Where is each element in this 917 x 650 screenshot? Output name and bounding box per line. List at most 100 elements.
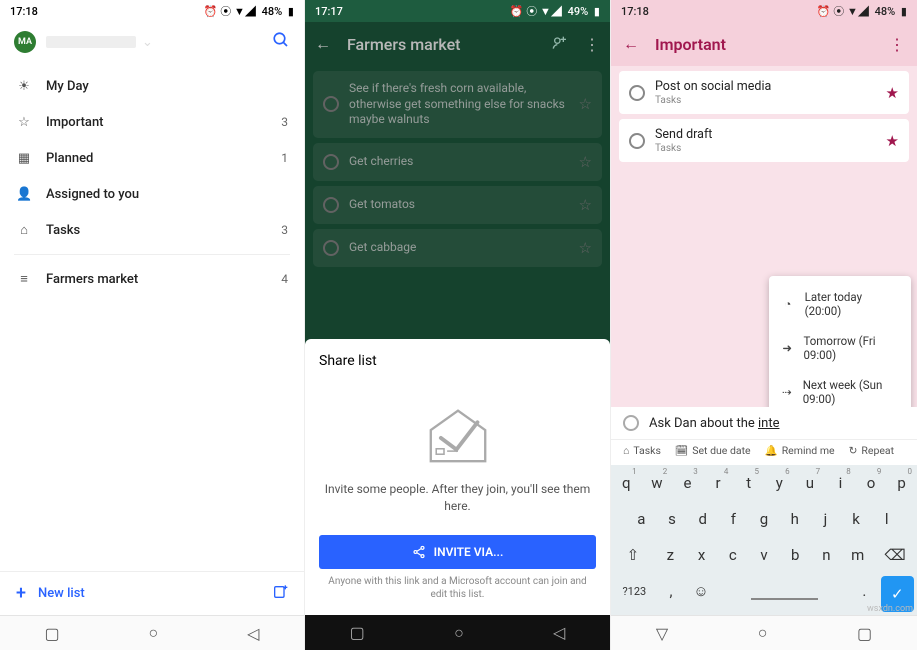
key[interactable]: o9: [856, 465, 887, 501]
nav-bar: ▽ ○ ▢: [611, 615, 917, 650]
plus-icon[interactable]: +: [16, 583, 26, 604]
invite-button[interactable]: INVITE VIA...: [319, 535, 596, 569]
key[interactable]: d: [687, 501, 718, 537]
task-item[interactable]: Get tomatos☆: [313, 186, 602, 224]
list-tasks[interactable]: ⌂Tasks3: [0, 212, 304, 248]
list-farmers-market[interactable]: ≡Farmers market4: [0, 261, 304, 297]
back-icon[interactable]: ←: [623, 34, 639, 54]
new-task-input[interactable]: Ask Dan about the inte: [649, 416, 905, 431]
task-item[interactable]: See if there's fresh corn available, oth…: [313, 71, 602, 138]
key[interactable]: f: [718, 501, 749, 537]
task-card[interactable]: Post on social mediaTasks ★: [619, 71, 909, 114]
key-backspace[interactable]: ⌫: [873, 537, 917, 573]
checkbox-icon[interactable]: [323, 96, 339, 112]
sun-icon: ☀: [16, 79, 32, 94]
search-icon[interactable]: [272, 30, 290, 54]
status-bar: 17:18 ⏰ ⦿ ▼◢ 48% ▮: [611, 0, 917, 22]
key-emoji[interactable]: ☺: [684, 573, 717, 609]
list-assigned[interactable]: 👤Assigned to you: [0, 176, 304, 212]
checkbox-icon[interactable]: [623, 415, 639, 431]
overflow-icon[interactable]: ⋮: [584, 35, 600, 54]
back-icon[interactable]: ←: [315, 34, 331, 54]
sheet-note: Anyone with this link and a Microsoft ac…: [319, 575, 596, 601]
task-card[interactable]: Send draftTasks ★: [619, 119, 909, 162]
chip-list[interactable]: ⌂Tasks: [623, 444, 661, 457]
status-icons: ⏰ ⦿ ▼◢ 48% ▮: [817, 3, 907, 19]
star-filled-icon[interactable]: ★: [886, 84, 899, 102]
checkbox-icon[interactable]: [323, 197, 339, 213]
account-name[interactable]: ⌄: [46, 35, 262, 50]
arrow-double-icon: ⇢: [781, 385, 793, 399]
key[interactable]: k: [841, 501, 872, 537]
nav-home-icon[interactable]: ○: [758, 623, 768, 643]
nav-recent-icon[interactable]: ▢: [350, 623, 365, 642]
nav-home-icon[interactable]: ○: [454, 623, 464, 643]
star-icon[interactable]: ☆: [579, 239, 592, 257]
checkbox-icon[interactable]: [629, 133, 645, 149]
checkbox-icon[interactable]: [629, 85, 645, 101]
nav-recent-icon[interactable]: ▢: [44, 624, 59, 643]
new-list-button[interactable]: New list: [38, 586, 85, 601]
add-group-icon[interactable]: [272, 584, 288, 604]
calendar-icon: 🗓: [675, 444, 688, 457]
screen-share-list: 17:17 ⏰ ⦿ ▼◢ 49% ▮ ← Farmers market ⋮ Se…: [305, 0, 611, 650]
key[interactable]: q1: [611, 465, 642, 501]
nav-back-icon[interactable]: ◁: [553, 623, 565, 642]
key[interactable]: c: [717, 537, 748, 573]
key[interactable]: t5: [733, 465, 764, 501]
task-item[interactable]: Get cherries☆: [313, 143, 602, 181]
task-item[interactable]: Get cabbage☆: [313, 229, 602, 267]
list-planned[interactable]: ▦Planned1: [0, 140, 304, 176]
menu-tomorrow[interactable]: ➜Tomorrow (Fri 09:00): [769, 326, 911, 370]
key[interactable]: p0: [886, 465, 917, 501]
chip-remind[interactable]: 🔔Remind me: [765, 444, 835, 457]
key[interactable]: r4: [703, 465, 734, 501]
share-icon[interactable]: [552, 34, 568, 54]
key[interactable]: g: [749, 501, 780, 537]
key[interactable]: h: [779, 501, 810, 537]
key-space[interactable]: [718, 573, 851, 609]
nav-home-icon[interactable]: ○: [149, 623, 159, 643]
key[interactable]: n: [811, 537, 842, 573]
key[interactable]: m: [842, 537, 873, 573]
key[interactable]: a: [626, 501, 657, 537]
key[interactable]: i8: [825, 465, 856, 501]
key[interactable]: x: [686, 537, 717, 573]
bell-icon: 🔔: [765, 444, 778, 457]
nav-bar: ▢ ○ ◁: [305, 615, 610, 650]
chip-repeat[interactable]: ↻Repeat: [849, 444, 894, 457]
list-important[interactable]: ☆Important3: [0, 104, 304, 140]
star-icon[interactable]: ☆: [579, 196, 592, 214]
key[interactable]: b: [780, 537, 811, 573]
overflow-icon[interactable]: ⋮: [889, 35, 905, 54]
key[interactable]: y6: [764, 465, 795, 501]
menu-later-today[interactable]: ◔Later today (20:00): [769, 282, 911, 326]
key-comma[interactable]: ,: [658, 573, 685, 609]
nav-back-icon[interactable]: ◁: [247, 624, 259, 643]
list-my-day[interactable]: ☀My Day: [0, 68, 304, 104]
key[interactable]: s: [657, 501, 688, 537]
key[interactable]: u7: [795, 465, 826, 501]
star-icon[interactable]: ☆: [579, 95, 592, 113]
new-task-bar: Ask Dan about the inte ⌂Tasks 🗓Set due d…: [611, 407, 917, 615]
chip-due-date[interactable]: 🗓Set due date: [675, 444, 751, 457]
key-symbols[interactable]: ?123: [611, 573, 658, 609]
key[interactable]: w2: [642, 465, 673, 501]
nav-back-icon[interactable]: ▽: [656, 624, 668, 643]
nav-recent-icon[interactable]: ▢: [857, 624, 872, 643]
key[interactable]: j: [810, 501, 841, 537]
watermark: wsxdn.com: [867, 604, 913, 614]
star-icon[interactable]: ☆: [579, 153, 592, 171]
key[interactable]: z: [655, 537, 686, 573]
key[interactable]: v: [748, 537, 779, 573]
checkbox-icon[interactable]: [323, 154, 339, 170]
divider: [14, 254, 290, 255]
home-icon: ⌂: [623, 444, 629, 457]
key[interactable]: l: [871, 501, 902, 537]
key[interactable]: e3: [672, 465, 703, 501]
checkbox-icon[interactable]: [323, 240, 339, 256]
key-shift[interactable]: ⇧: [611, 537, 655, 573]
account-header[interactable]: MA ⌄: [0, 22, 304, 62]
star-filled-icon[interactable]: ★: [886, 132, 899, 150]
avatar[interactable]: MA: [14, 31, 36, 53]
